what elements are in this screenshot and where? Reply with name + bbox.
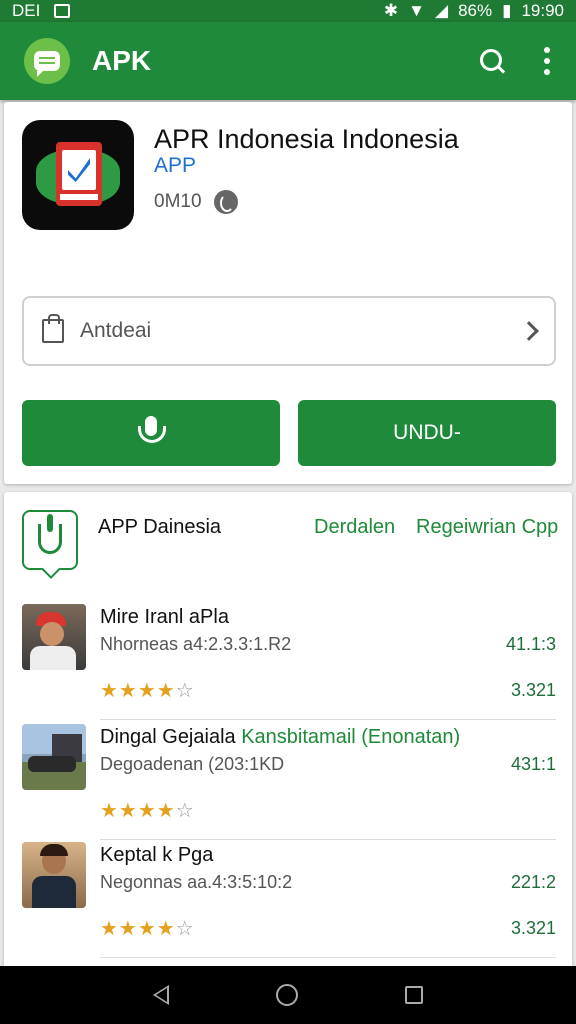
chevron-right-icon	[519, 321, 539, 341]
divider	[100, 719, 556, 720]
microphone-icon	[136, 416, 166, 450]
item-value-1: 41.1:3	[505, 634, 556, 654]
recent-apps-icon[interactable]	[404, 986, 423, 1004]
app-name: APR Indonesia Indonesia	[154, 124, 459, 154]
item-name: Mire Iranl aPla	[100, 606, 229, 628]
item-name: Keptal k Pga	[100, 844, 214, 866]
app-bar-title: APK	[92, 45, 152, 76]
item-desc: Nhorneas a4:2.3.3:1.R2	[100, 634, 292, 654]
clock: 19:90	[521, 1, 564, 20]
avatar	[22, 604, 86, 670]
app-logo-icon[interactable]	[24, 38, 70, 84]
item-value-1: 221:2	[510, 872, 556, 892]
status-left-text: DEI	[12, 1, 41, 20]
item-name: Dingal Gejaiala Kansbitamail (Enonatan)	[100, 726, 460, 749]
notification-icon	[54, 4, 71, 18]
section-link-2[interactable]: Regeiwrian Cpp	[416, 516, 558, 539]
signal-icon: ◢	[434, 1, 449, 20]
section-title: APP Dainesia	[98, 516, 222, 538]
rating-stars: ★★★★☆	[100, 918, 195, 940]
more-options-icon[interactable]	[544, 47, 550, 75]
back-icon[interactable]	[153, 985, 170, 1005]
related-apps-card: APP Dainesia Derdalen Regeiwrian Cpp Mir…	[4, 492, 572, 972]
download-button-label: UNDU-	[393, 421, 461, 444]
app-icon	[22, 120, 134, 230]
item-name-main: Dingal Gejaiala	[100, 726, 236, 748]
divider	[100, 957, 556, 958]
item-desc: Degoadenan (203:1KD	[100, 754, 285, 774]
divider	[100, 839, 556, 840]
system-nav-bar	[0, 966, 576, 1024]
app-subtitle[interactable]: APP	[154, 154, 196, 178]
dropdown-label: Antdeai	[80, 319, 152, 342]
wifi-icon: ▼	[408, 1, 425, 20]
item-name-highlight[interactable]: Kansbitamail (Enonatan)	[241, 726, 460, 748]
search-icon[interactable]	[478, 47, 506, 75]
rating-stars: ★★★★☆	[100, 800, 195, 822]
shopping-bag-icon	[42, 314, 64, 343]
item-value-1: 431:1	[510, 754, 556, 774]
globe-icon	[213, 190, 238, 214]
item-desc: Negonnas aa.4:3:5:10:2	[100, 872, 293, 892]
list-item[interactable]: Keptal k Pga Negonnas aa.4:3:5:10:2 221:…	[22, 842, 556, 958]
bluetooth-icon: ✱	[383, 1, 399, 20]
download-button[interactable]: UNDU-	[298, 400, 556, 466]
app-meta: 0M10	[154, 190, 238, 214]
rating-stars: ★★★★☆	[100, 680, 195, 702]
item-value-2: 3.321	[510, 918, 556, 938]
app-bar: APK	[0, 22, 576, 100]
category-dropdown[interactable]: Antdeai	[22, 296, 556, 366]
section-link-1[interactable]: Derdalen	[314, 516, 395, 539]
status-bar: DEI ✱ ▼ ◢ 86% ▮ 19:90	[0, 0, 576, 22]
app-meta-text: 0M10	[154, 191, 202, 212]
list-item[interactable]: Dingal Gejaiala Kansbitamail (Enonatan) …	[22, 724, 556, 840]
list-item[interactable]: Mire Iranl aPla Nhorneas a4:2.3.3:1.R2 4…	[22, 604, 556, 720]
microphone-bubble-icon	[22, 510, 78, 570]
car-thumbnail	[22, 724, 86, 790]
item-value-2: 3.321	[510, 680, 556, 700]
battery-icon: ▮	[502, 1, 512, 20]
app-detail-card: APR Indonesia Indonesia APP 0M10 Antdeai…	[4, 102, 572, 484]
voice-button[interactable]	[22, 400, 280, 466]
battery-text: 86%	[458, 1, 493, 20]
home-icon[interactable]	[275, 984, 298, 1006]
avatar	[22, 842, 86, 908]
